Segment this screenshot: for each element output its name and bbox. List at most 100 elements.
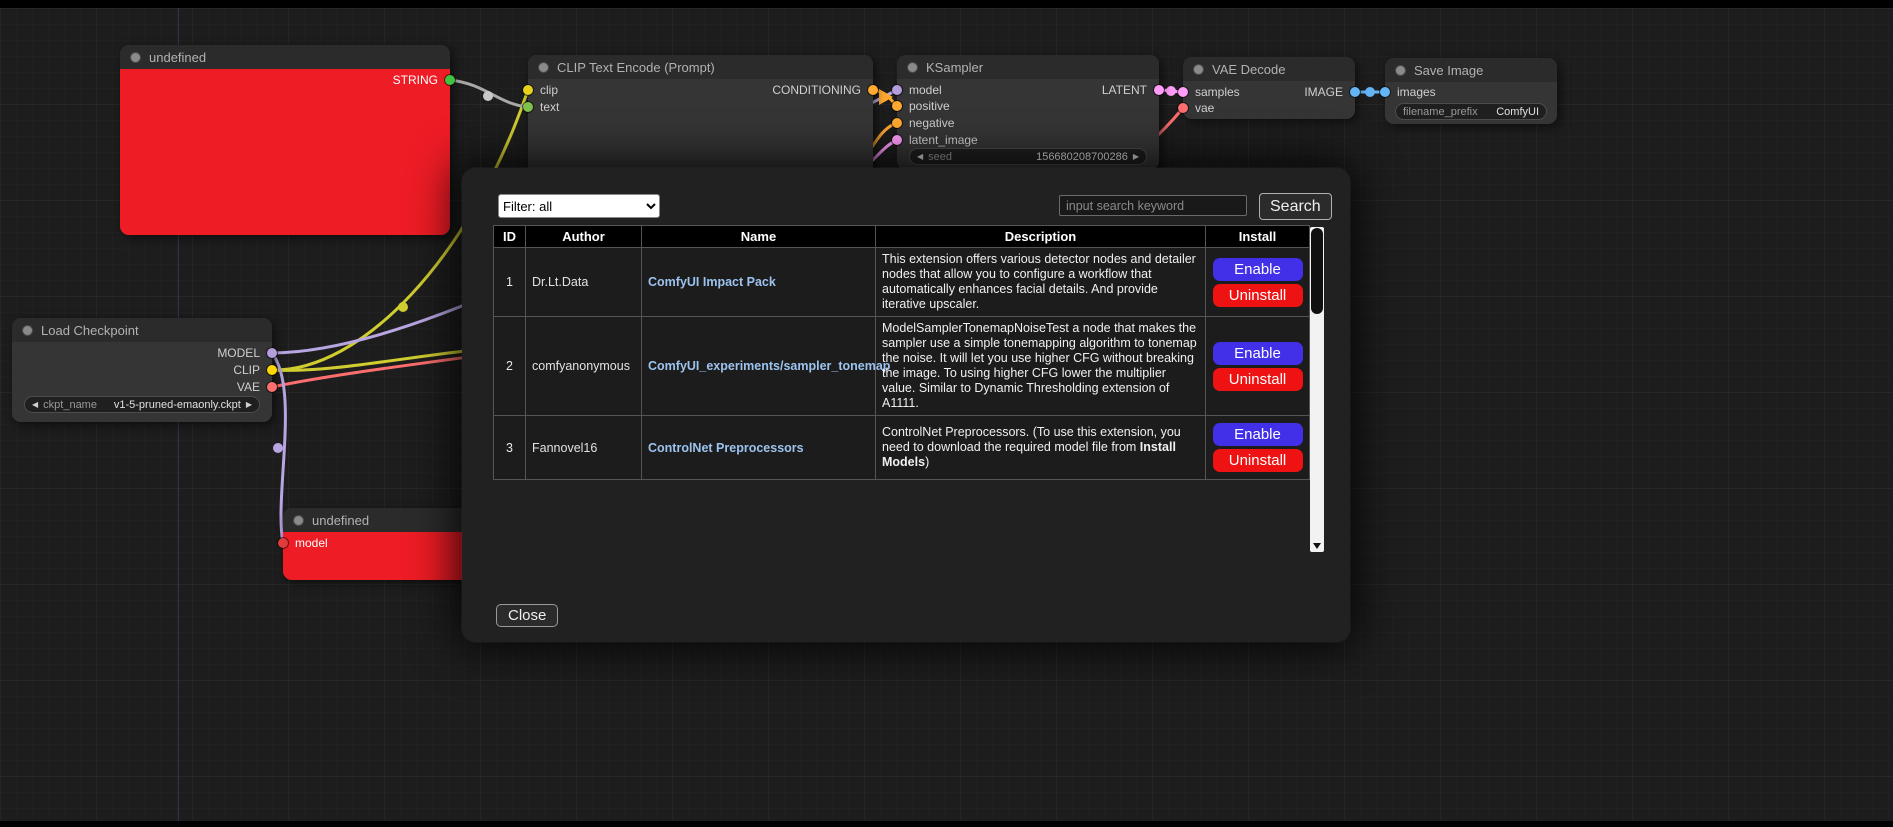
extension-link[interactable]: ComfyUI Impact Pack — [648, 275, 776, 289]
ext-id: 3 — [494, 416, 526, 480]
slot-dot-icon[interactable] — [1178, 103, 1188, 113]
node-save-image[interactable]: Save Image images filename_prefix ComfyU… — [1385, 58, 1557, 124]
search-input[interactable] — [1059, 195, 1247, 216]
output-slot-string[interactable]: STRING — [393, 73, 455, 87]
input-slot-positive[interactable]: positive — [892, 99, 950, 113]
widget-right-arrow-icon[interactable]: ▶ — [246, 401, 252, 409]
enable-button[interactable]: Enable — [1213, 258, 1303, 281]
input-slot-clip[interactable]: clip — [523, 83, 558, 97]
slot-dot-icon[interactable] — [1350, 87, 1360, 97]
collapse-dot-icon[interactable] — [907, 62, 918, 73]
ext-author: comfyanonymous — [526, 317, 642, 416]
slot-dot-icon[interactable] — [868, 85, 878, 95]
slot-dot-icon[interactable] — [278, 538, 288, 548]
close-button[interactable]: Close — [496, 604, 558, 627]
output-slot-clip[interactable]: CLIP — [233, 363, 277, 377]
enable-button[interactable]: Enable — [1213, 342, 1303, 365]
node-title-bar[interactable]: Save Image — [1385, 58, 1557, 82]
node-title-bar[interactable]: CLIP Text Encode (Prompt) — [528, 55, 873, 79]
filename-prefix-widget[interactable]: filename_prefix ComfyUI — [1395, 103, 1547, 120]
uninstall-button[interactable]: Uninstall — [1213, 284, 1303, 307]
node-clip-text-encode[interactable]: CLIP Text Encode (Prompt) clip text COND… — [528, 55, 873, 175]
extension-table: ID Author Name Description Install 1 Dr.… — [493, 225, 1310, 480]
ext-id: 2 — [494, 317, 526, 416]
widget-left-arrow-icon[interactable]: ◀ — [32, 401, 38, 409]
extension-row: 2 comfyanonymous ComfyUI_experiments/sam… — [494, 317, 1310, 416]
node-load-checkpoint[interactable]: Load Checkpoint MODEL CLIP VAE ◀ ckpt_na… — [12, 318, 272, 422]
widget-right-arrow-icon[interactable]: ▶ — [1133, 153, 1139, 161]
ext-author: Fannovel16 — [526, 416, 642, 480]
node-vae-decode[interactable]: VAE Decode samples vae IMAGE — [1183, 57, 1355, 119]
table-header-row: ID Author Name Description Install — [494, 226, 1310, 248]
ext-install-cell: Enable Uninstall — [1206, 416, 1310, 480]
node-title: Save Image — [1414, 63, 1483, 78]
search-button[interactable]: Search — [1259, 193, 1332, 220]
node-ksampler[interactable]: KSampler model positive negative latent_… — [897, 55, 1159, 170]
filter-select[interactable]: Filter: all — [498, 194, 660, 218]
slot-dot-icon[interactable] — [892, 135, 902, 145]
output-slot-vae[interactable]: VAE — [237, 380, 277, 394]
collapse-dot-icon[interactable] — [293, 515, 304, 526]
slot-dot-icon[interactable] — [892, 101, 902, 111]
slot-dot-icon[interactable] — [892, 85, 902, 95]
enable-button[interactable]: Enable — [1213, 423, 1303, 446]
seed-widget[interactable]: ◀ seed 156680208700286 ▶ — [909, 148, 1147, 165]
node-body — [120, 69, 450, 235]
ext-install-cell: Enable Uninstall — [1206, 248, 1310, 317]
manager-extension-dialog: Filter: all Search ID Author Name Descri… — [462, 168, 1350, 642]
input-slot-latent-image[interactable]: latent_image — [892, 133, 978, 147]
input-slot-text[interactable]: text — [523, 100, 559, 114]
node-title: VAE Decode — [1212, 62, 1285, 77]
node-title-bar[interactable]: KSampler — [897, 55, 1159, 79]
ext-description: ModelSamplerTonemapNoiseTest a node that… — [876, 317, 1206, 416]
scrollbar-down-arrow-icon[interactable] — [1313, 543, 1321, 549]
extension-link[interactable]: ComfyUI_experiments/sampler_tonemap — [648, 359, 890, 373]
node-undefined-top[interactable]: undefined STRING — [120, 45, 450, 235]
slot-dot-icon[interactable] — [523, 102, 533, 112]
slot-dot-icon[interactable] — [1380, 87, 1390, 97]
collapse-dot-icon[interactable] — [1395, 65, 1406, 76]
ckpt-name-widget[interactable]: ◀ ckpt_name v1-5-pruned-emaonly.ckpt ▶ — [24, 396, 260, 413]
widget-left-arrow-icon[interactable]: ◀ — [917, 153, 923, 161]
input-slot-model[interactable]: model — [278, 536, 328, 550]
ext-description: This extension offers various detector n… — [876, 248, 1206, 317]
slot-dot-icon[interactable] — [1178, 87, 1188, 97]
collapse-dot-icon[interactable] — [22, 325, 33, 336]
collapse-dot-icon[interactable] — [1193, 64, 1204, 75]
scrollbar-thumb[interactable] — [1311, 228, 1323, 314]
node-title-bar[interactable]: undefined — [120, 45, 450, 69]
slot-dot-icon[interactable] — [445, 75, 455, 85]
node-title-bar[interactable]: undefined — [283, 508, 483, 532]
output-slot-model[interactable]: MODEL — [217, 346, 277, 360]
input-slot-images[interactable]: images — [1380, 85, 1436, 99]
collapse-dot-icon[interactable] — [538, 62, 549, 73]
input-slot-samples[interactable]: samples — [1178, 85, 1240, 99]
input-slot-model[interactable]: model — [892, 83, 942, 97]
slot-dot-icon[interactable] — [1154, 85, 1164, 95]
uninstall-button[interactable]: Uninstall — [1213, 449, 1303, 472]
slot-dot-icon[interactable] — [267, 348, 277, 358]
node-title: Load Checkpoint — [41, 323, 139, 338]
node-undefined-bottom[interactable]: undefined model — [283, 508, 483, 580]
slot-dot-icon[interactable] — [523, 85, 533, 95]
node-title-bar[interactable]: Load Checkpoint — [12, 318, 272, 342]
slot-dot-icon[interactable] — [892, 118, 902, 128]
extension-row: 1 Dr.Lt.Data ComfyUI Impact Pack This ex… — [494, 248, 1310, 317]
header-id: ID — [494, 226, 526, 248]
input-slot-vae[interactable]: vae — [1178, 101, 1214, 115]
node-title: undefined — [149, 50, 206, 65]
ext-id: 1 — [494, 248, 526, 317]
input-slot-negative[interactable]: negative — [892, 116, 954, 130]
uninstall-button[interactable]: Uninstall — [1213, 368, 1303, 391]
extension-link[interactable]: ControlNet Preprocessors — [648, 441, 804, 455]
output-slot-latent[interactable]: LATENT — [1102, 83, 1164, 97]
slot-dot-icon[interactable] — [267, 382, 277, 392]
output-slot-image[interactable]: IMAGE — [1304, 85, 1360, 99]
node-title-bar[interactable]: VAE Decode — [1183, 57, 1355, 81]
slot-dot-icon[interactable] — [267, 365, 277, 375]
ext-install-cell: Enable Uninstall — [1206, 317, 1310, 416]
table-scrollbar[interactable] — [1310, 227, 1324, 552]
output-slot-conditioning[interactable]: CONDITIONING — [772, 83, 878, 97]
ext-author: Dr.Lt.Data — [526, 248, 642, 317]
collapse-dot-icon[interactable] — [130, 52, 141, 63]
